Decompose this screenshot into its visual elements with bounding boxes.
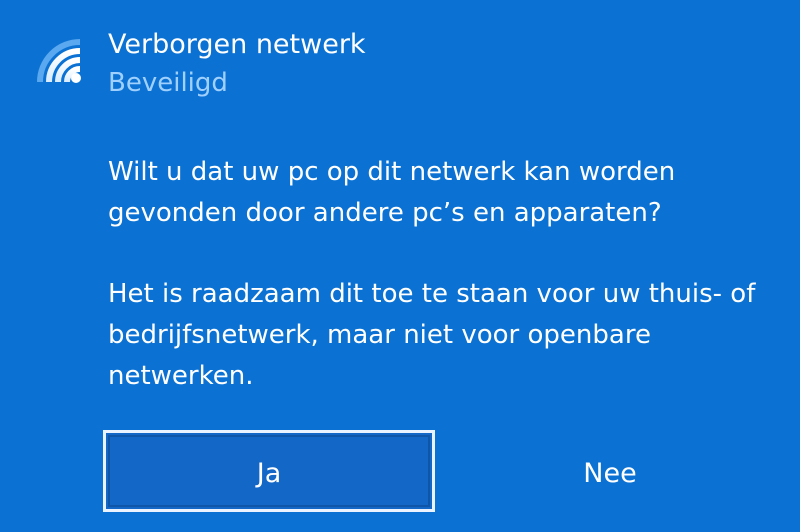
yes-button[interactable]: Ja	[103, 430, 435, 512]
network-security-status: Beveiligd	[108, 68, 228, 98]
network-header: Verborgen netwerk Beveiligd	[108, 26, 366, 102]
no-button[interactable]: Nee	[444, 430, 776, 512]
discovery-advice: Het is raadzaam dit toe te staan voor uw…	[108, 279, 756, 391]
dialog-body: Wilt u dat uw pc op dit netwerk kan word…	[108, 152, 788, 397]
discovery-question: Wilt u dat uw pc op dit netwerk kan word…	[108, 157, 676, 228]
network-discovery-panel: Verborgen netwerk Beveiligd Wilt u dat u…	[0, 0, 800, 532]
network-name: Verborgen netwerk	[108, 29, 366, 60]
wifi-signal-icon	[34, 36, 84, 86]
